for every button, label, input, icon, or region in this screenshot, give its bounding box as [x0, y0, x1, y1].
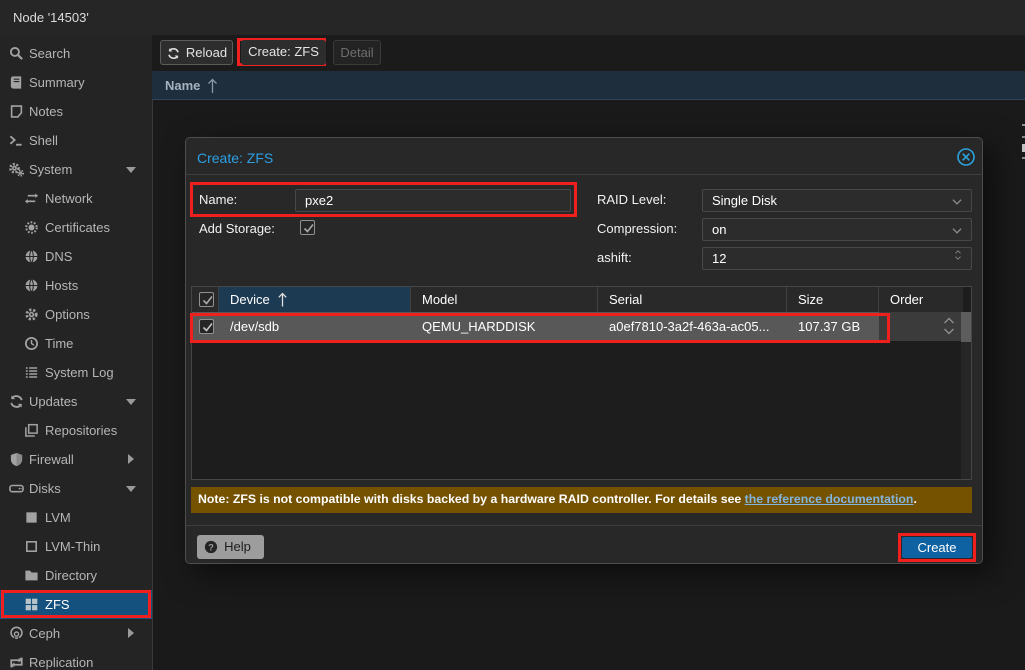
svg-text:?: ?	[208, 543, 214, 553]
